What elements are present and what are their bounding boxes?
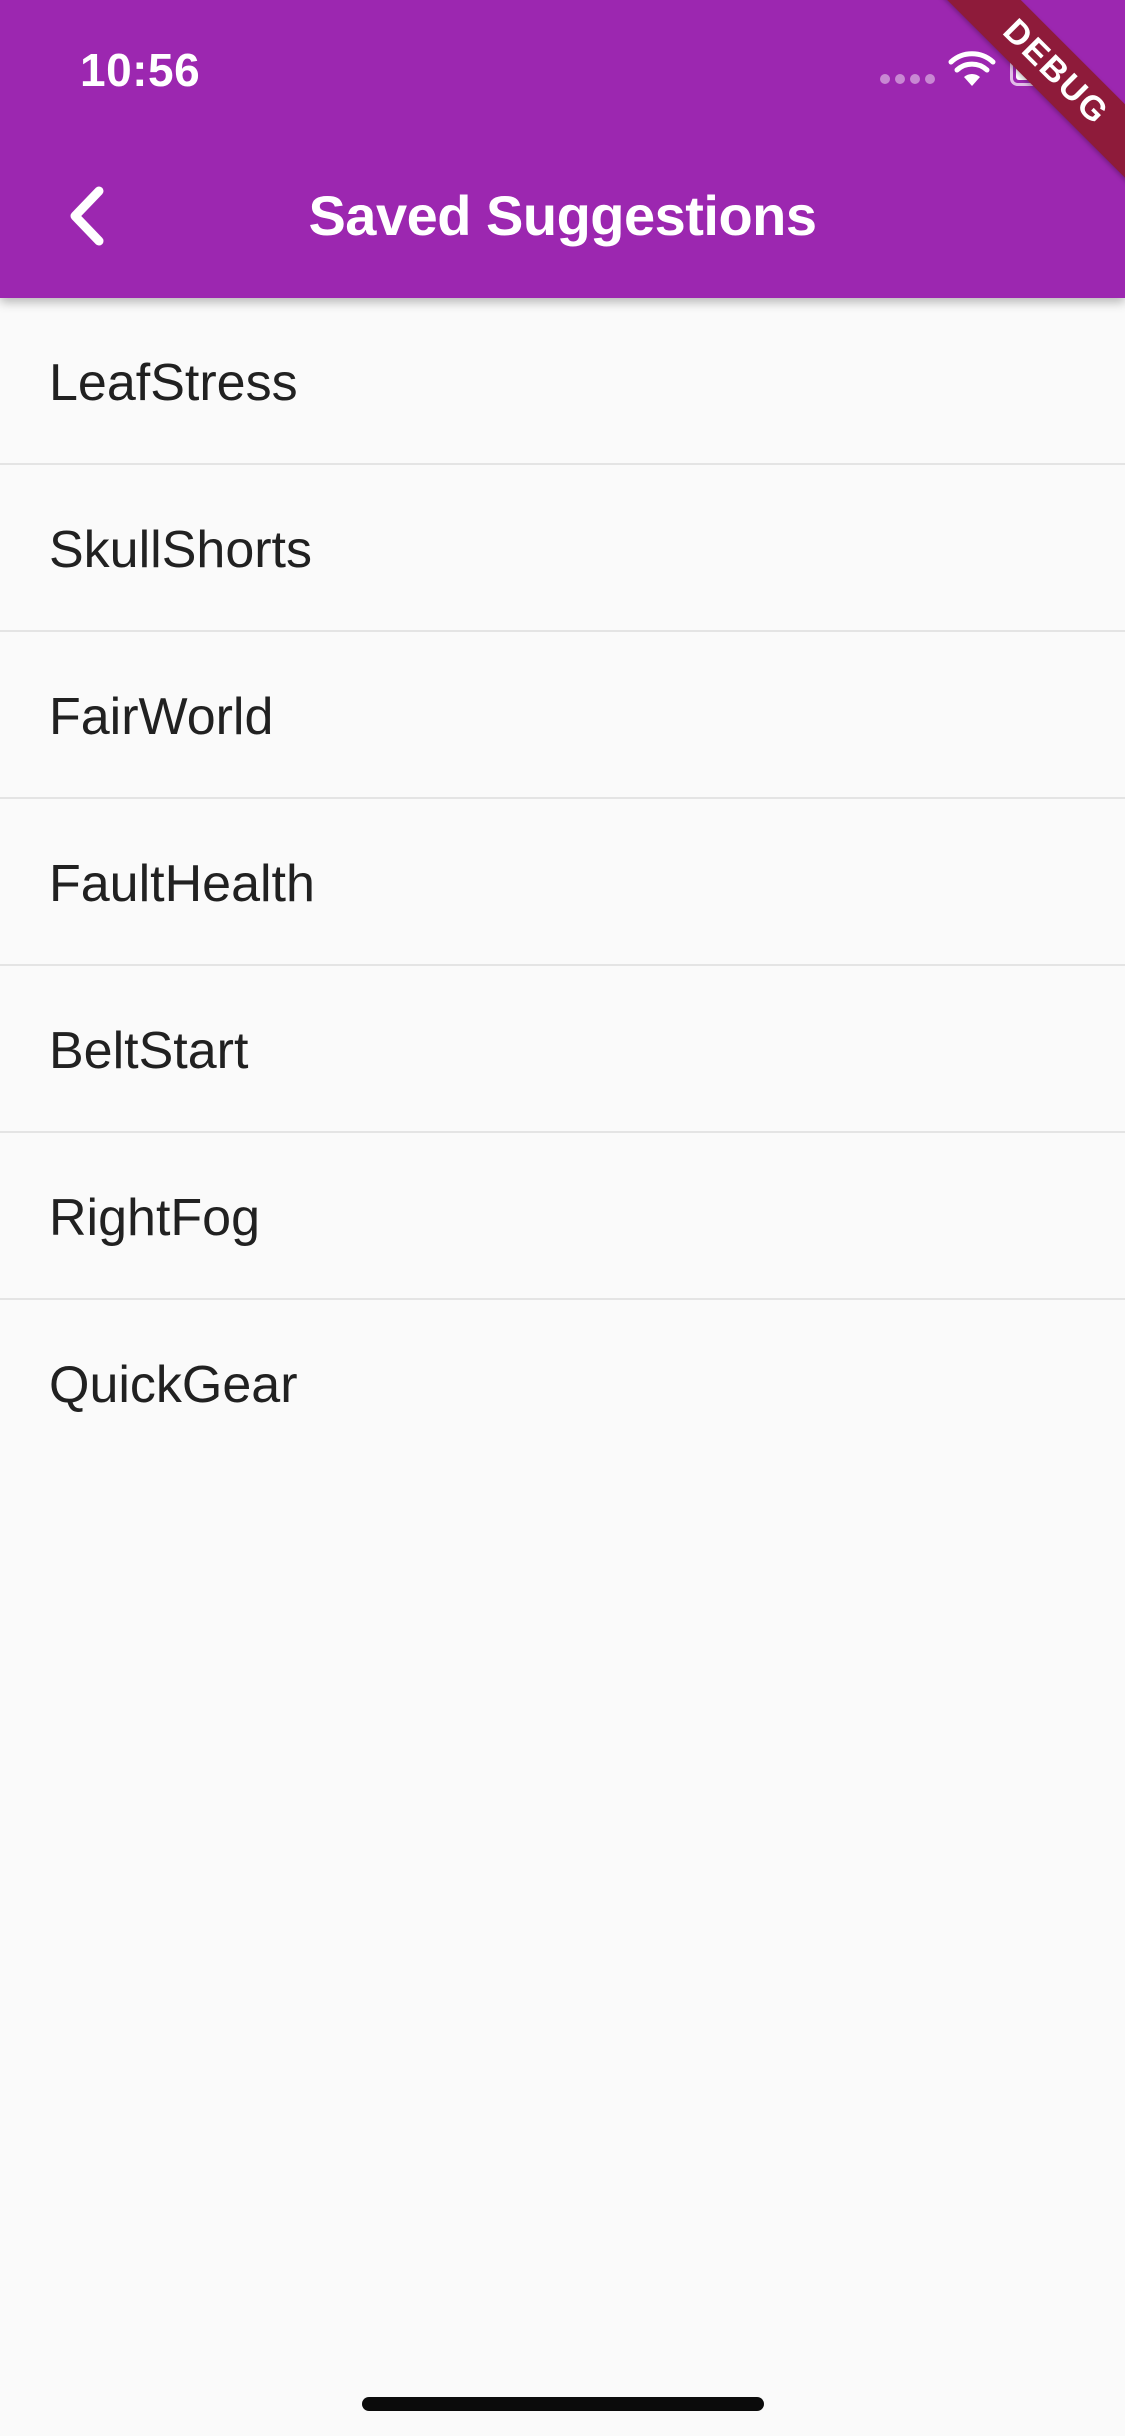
- list-item[interactable]: RightFog: [0, 1133, 1125, 1300]
- list-item[interactable]: LeafStress: [0, 298, 1125, 465]
- list-item-label: LeafStress: [49, 354, 298, 412]
- list-item[interactable]: QuickGear: [0, 1300, 1125, 1467]
- list-item[interactable]: BeltStart: [0, 966, 1125, 1133]
- cellular-signal-icon: [880, 74, 936, 84]
- list-item-label: FairWorld: [49, 688, 274, 746]
- app-bar: 10:56 Saved Suggestions: [0, 0, 1125, 298]
- list-item-label: QuickGear: [49, 1356, 298, 1414]
- list-item-label: FaultHealth: [49, 855, 315, 913]
- page-title: Saved Suggestions: [308, 184, 817, 247]
- wifi-icon: [948, 51, 996, 86]
- list-item-label: SkullShorts: [49, 521, 312, 579]
- home-indicator[interactable]: [362, 2397, 764, 2411]
- saved-suggestions-list: LeafStress SkullShorts FairWorld FaultHe…: [0, 298, 1125, 1467]
- list-item[interactable]: FairWorld: [0, 632, 1125, 799]
- status-time: 10:56: [80, 44, 201, 96]
- screen: 10:56 Saved Suggestions DEBUG LeafStress…: [0, 0, 1125, 2436]
- list-item-label: RightFog: [49, 1189, 260, 1247]
- list-item[interactable]: SkullShorts: [0, 465, 1125, 632]
- list-item[interactable]: FaultHealth: [0, 799, 1125, 966]
- list-item-label: BeltStart: [49, 1022, 249, 1080]
